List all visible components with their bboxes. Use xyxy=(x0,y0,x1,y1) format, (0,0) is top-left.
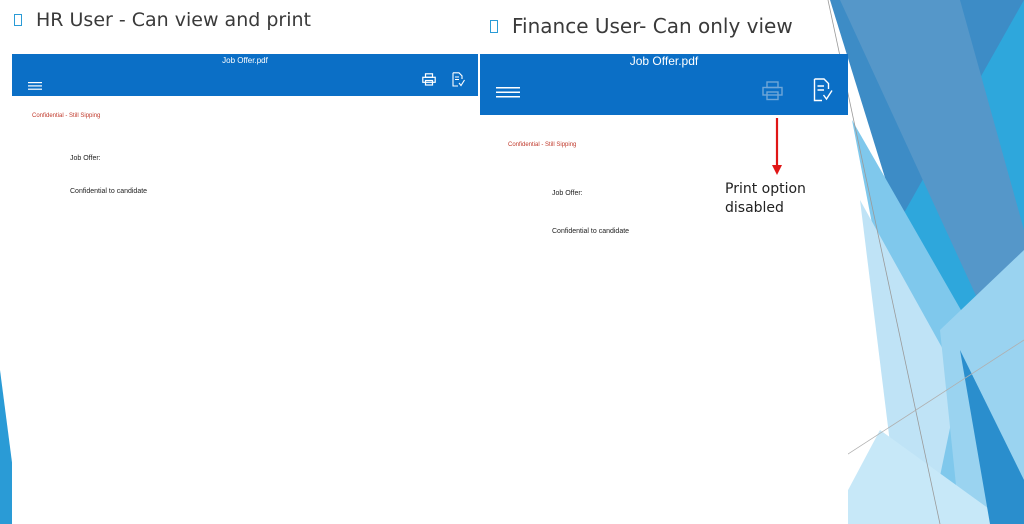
file-title: Job Offer.pdf xyxy=(629,54,699,68)
finance-pdf-viewer: Job Offer.pdf Confidential - Still Sippi… xyxy=(480,54,848,524)
print-icon[interactable] xyxy=(422,73,436,91)
menu-icon[interactable] xyxy=(496,85,520,103)
annotate-icon[interactable] xyxy=(813,78,833,107)
bullet-icon xyxy=(14,14,22,26)
print-disabled-callout: Print option disabled xyxy=(725,181,806,216)
document-line-job-offer: Job Offer: xyxy=(70,155,101,162)
document-line-confidential: Confidential to candidate xyxy=(552,228,630,235)
annotate-icon[interactable] xyxy=(452,72,465,92)
viewer-toolbar: Job Offer.pdf xyxy=(12,54,478,96)
hr-heading-text: HR User - Can view and print xyxy=(36,9,311,31)
document-line-confidential: Confidential to candidate xyxy=(70,188,148,195)
confidential-label: Confidential - Still Sipping xyxy=(32,113,101,119)
finance-heading-text: Finance User- Can only view xyxy=(512,14,793,38)
file-title: Job Offer.pdf xyxy=(222,56,268,65)
hr-pdf-viewer: Job Offer.pdf Confidential - Still Sippi… xyxy=(12,54,478,524)
callout-arrow-icon xyxy=(772,118,782,175)
bullet-icon xyxy=(490,19,498,33)
print-icon-disabled xyxy=(762,81,783,106)
finance-user-heading: Finance User- Can only view xyxy=(490,14,793,38)
menu-icon[interactable] xyxy=(28,77,42,95)
document-line-job-offer: Job Offer: xyxy=(552,190,583,197)
hr-user-heading: HR User - Can view and print xyxy=(14,9,311,31)
viewer-toolbar: Job Offer.pdf xyxy=(480,54,848,115)
confidential-label: Confidential - Still Sipping xyxy=(508,142,577,148)
